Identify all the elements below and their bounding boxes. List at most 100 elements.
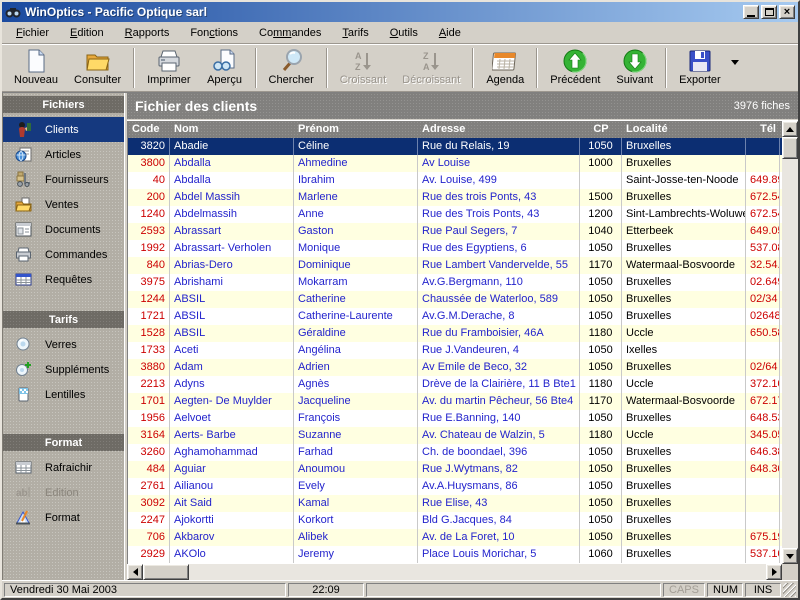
cell-tel: 649.89 <box>746 172 780 189</box>
chercher-button[interactable]: Chercher <box>261 46 322 90</box>
suivant-button[interactable]: Suivant <box>608 46 661 90</box>
apercu-button[interactable]: Aperçu <box>199 46 251 90</box>
table-row[interactable]: 3092Ait SaidKamalRue Elise, 431050Bruxel… <box>128 495 782 512</box>
consulter-button[interactable]: Consulter <box>66 46 129 90</box>
column-header-prenom[interactable]: Prénom <box>294 121 418 138</box>
vertical-scroll-track[interactable] <box>782 159 798 548</box>
table-row[interactable]: 2929AKOloJeremyPlace Louis Morichar, 510… <box>128 546 782 563</box>
status-time: 22:09 <box>288 583 364 597</box>
resize-grip[interactable] <box>783 583 796 597</box>
table-row[interactable]: 1240AbdelmassihAnneRue des Trois Ponts, … <box>128 206 782 223</box>
rafraichir-icon <box>14 459 32 476</box>
sidebar-item-edition[interactable]: ab Edition <box>3 480 124 505</box>
cell-code: 3880 <box>128 359 170 376</box>
sidebar-item-fournisseurs[interactable]: Fournisseurs <box>3 167 124 192</box>
agenda-button[interactable]: Agenda <box>478 46 532 90</box>
table-row[interactable]: 200Abdel MassihMarleneRue des trois Pont… <box>128 189 782 206</box>
titlebar[interactable]: WinOptics - Pacific Optique sarl × <box>2 2 798 22</box>
table-row[interactable]: 3880AdamAdrienAv Emile de Beco, 321050Br… <box>128 359 782 376</box>
menu-fonctions[interactable]: Fonctions <box>184 25 244 41</box>
scroll-up-button[interactable] <box>782 121 798 137</box>
table-row[interactable]: 3800AbdallaAhmedineAv Louise1000Bruxelle… <box>128 155 782 172</box>
column-header-nom[interactable]: Nom <box>170 121 294 138</box>
table-row[interactable]: 706AkbarovAlibekAv. de La Foret, 101050B… <box>128 529 782 546</box>
table-row[interactable]: 484AguiarAnoumouRue J.Wytmans, 821050Bru… <box>128 461 782 478</box>
scroll-right-button[interactable] <box>766 564 782 580</box>
cell-prenom: Géraldine <box>294 325 418 342</box>
main-header: Fichier des clients 3976 fiches <box>127 93 798 119</box>
sidebar-item-supplements[interactable]: Suppléments <box>3 357 124 382</box>
nouveau-button[interactable]: Nouveau <box>6 46 66 90</box>
table-row[interactable]: 1528ABSILGéraldineRue du Framboisier, 46… <box>128 325 782 342</box>
table-row[interactable]: 1721ABSILCatherine-LaurenteAv.G.M.Derach… <box>128 308 782 325</box>
scroll-left-button[interactable] <box>127 564 143 580</box>
status-num-indicator: NUM <box>707 583 743 597</box>
cell-adresse: Av. Louise, 499 <box>418 172 580 189</box>
decroissant-button[interactable]: ZA Décroissant <box>394 46 468 90</box>
column-header-adresse[interactable]: Adresse <box>418 121 580 138</box>
horizontal-scroll-thumb[interactable] <box>143 564 189 580</box>
column-header-tel[interactable]: Tél <box>746 121 780 138</box>
menu-outils[interactable]: Outils <box>384 25 424 41</box>
table-row[interactable]: 1992Abrassart- VerholenMoniqueRue des Eg… <box>128 240 782 257</box>
menu-rapports[interactable]: Rapports <box>119 25 176 41</box>
exporter-button[interactable]: Exporter <box>671 46 729 90</box>
cell-code: 2213 <box>128 376 170 393</box>
cell-localite: Bruxelles <box>622 359 746 376</box>
column-header-code[interactable]: Code <box>128 121 170 138</box>
sidebar-item-articles[interactable]: Articles <box>3 142 124 167</box>
horizontal-scrollbar[interactable] <box>127 564 782 580</box>
table-row[interactable]: 1701Aegten- De MuylderJacquelineAv. du m… <box>128 393 782 410</box>
table-row[interactable]: 2593AbrassartGastonRue Paul Segers, 7104… <box>128 223 782 240</box>
sidebar-section-tarifs: Tarifs <box>3 311 124 328</box>
table-row[interactable]: 40AbdallaIbrahimAv. Louise, 499Saint-Jos… <box>128 172 782 189</box>
sidebar-item-lentilles[interactable]: Lentilles <box>3 382 124 407</box>
menu-aide[interactable]: Aide <box>433 25 467 41</box>
scroll-down-button[interactable] <box>782 548 798 564</box>
croissant-button[interactable]: AZ Croissant <box>332 46 394 90</box>
sidebar-item-clients[interactable]: Clients <box>3 117 124 142</box>
column-header-cp[interactable]: CP <box>580 121 622 138</box>
sidebar: Fichiers Clients Articles Fournisseurs V… <box>2 93 125 580</box>
column-header-localite[interactable]: Localité <box>622 121 746 138</box>
table-row[interactable]: 3164Aerts- BarbeSuzanneAv. Chateau de Wa… <box>128 427 782 444</box>
table-row[interactable]: 3820AbadieCélineRue du Relais, 191050Bru… <box>128 138 782 155</box>
table-row[interactable]: 1244ABSILCatherineChaussée de Waterloo, … <box>128 291 782 308</box>
cell-nom: Abadie <box>170 138 294 155</box>
documents-icon <box>14 221 32 238</box>
sidebar-item-commandes[interactable]: Commandes <box>3 242 124 267</box>
close-button[interactable]: × <box>779 5 795 19</box>
table-row[interactable]: 3260AghamohammadFarhadCh. de boondael, 3… <box>128 444 782 461</box>
maximize-button[interactable] <box>761 5 777 19</box>
menu-tarifs[interactable]: Tarifs <box>336 25 374 41</box>
sidebar-item-documents[interactable]: Documents <box>3 217 124 242</box>
vertical-scroll-thumb[interactable] <box>782 137 798 159</box>
table-row[interactable]: 2213AdynsAgnèsDrève de la Clairière, 11 … <box>128 376 782 393</box>
minimize-button[interactable] <box>743 5 759 19</box>
menu-commandes[interactable]: Commandes <box>253 25 327 41</box>
down-arrow-icon <box>786 554 794 559</box>
vertical-scrollbar[interactable] <box>782 121 798 564</box>
horizontal-scroll-track[interactable] <box>189 564 766 580</box>
table-row[interactable]: 840Abrias-DeroDominiqueRue Lambert Vande… <box>128 257 782 274</box>
sidebar-item-format[interactable]: Format <box>3 505 124 530</box>
table-row[interactable]: 3975AbrishamiMokarramAv.G.Bergmann, 1101… <box>128 274 782 291</box>
cell-nom: AKOlo <box>170 546 294 563</box>
cell-localite: Bruxelles <box>622 529 746 546</box>
up-arrow-circle-icon <box>562 48 588 74</box>
table-row[interactable]: 2247AjokorttiKorkortBld G.Jacques, 84105… <box>128 512 782 529</box>
precedent-button[interactable]: Précédent <box>542 46 608 90</box>
sidebar-item-label: Ventes <box>45 199 79 211</box>
sidebar-item-verres[interactable]: Verres <box>3 332 124 357</box>
sidebar-item-requetes[interactable]: Requêtes <box>3 267 124 292</box>
exporter-dropdown-icon[interactable] <box>731 60 739 65</box>
table-row[interactable]: 1733AcetiAngélinaRue J.Vandeuren, 41050I… <box>128 342 782 359</box>
sidebar-item-ventes[interactable]: Ventes <box>3 192 124 217</box>
menu-fichier[interactable]: Fichier <box>10 25 55 41</box>
imprimer-button[interactable]: Imprimer <box>139 46 198 90</box>
table-row[interactable]: 2761AilianouEvelyAv.A.Huysmans, 861050Br… <box>128 478 782 495</box>
cell-adresse: Rue J.Wytmans, 82 <box>418 461 580 478</box>
menu-edition[interactable]: Edition <box>64 25 110 41</box>
sidebar-item-rafraichir[interactable]: Rafraichir <box>3 455 124 480</box>
table-row[interactable]: 1956AelvoetFrançoisRue E.Banning, 140105… <box>128 410 782 427</box>
